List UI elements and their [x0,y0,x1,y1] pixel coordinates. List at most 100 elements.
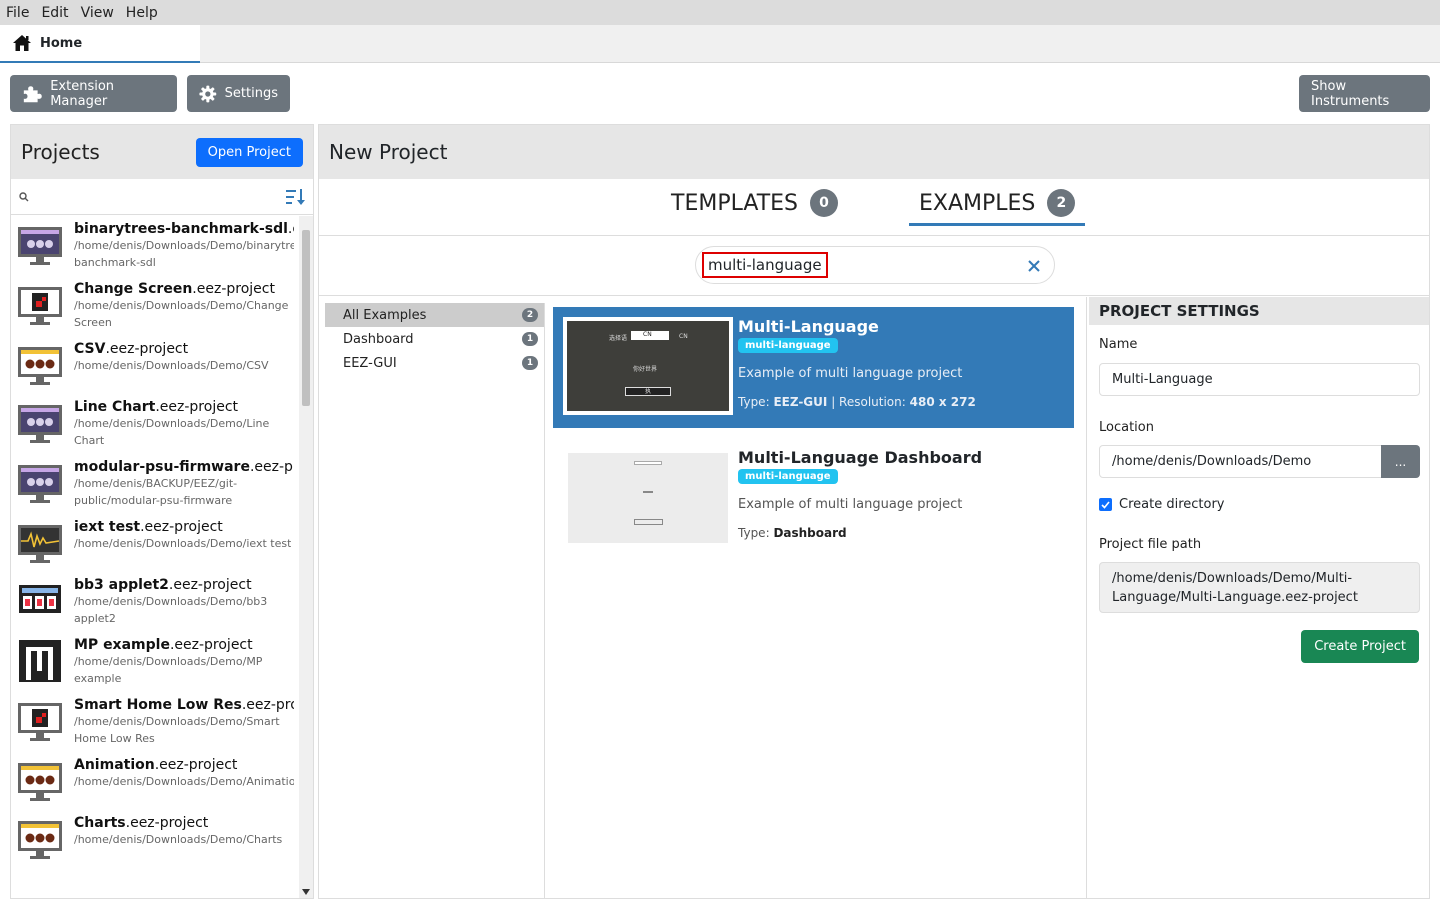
project-name: iext test.eez-project [74,519,291,535]
create-directory-checkbox[interactable]: Create directory [1099,497,1225,512]
menu-help[interactable]: Help [126,5,158,21]
project-settings: PROJECT SETTINGS Name Multi-Language Loc… [1089,297,1429,898]
scroll-down-icon[interactable] [302,889,310,895]
search-icon [19,191,29,201]
project-item[interactable]: Line Chart.eez-project /home/denis/Downl… [11,394,299,454]
project-name-ext: .eez-project [154,757,238,773]
category-label: EEZ-GUI [343,355,397,371]
location-label: Location [1099,420,1154,435]
sort-icon[interactable] [285,188,305,206]
browse-location-button[interactable]: ... [1381,445,1420,478]
show-instruments-button[interactable]: Show Instruments [1299,75,1430,112]
example-tag: multi-language [738,338,838,353]
open-project-button[interactable]: Open Project [195,137,303,167]
toolbar: Extension Manager Settings Show Instrume… [0,63,1440,124]
projects-panel: Projects Open Project binarytrees-banchm… [10,124,314,899]
project-name-ext: .eez-project [169,637,253,653]
thumb-text: 选择语 [609,335,628,342]
templates-count-badge: 0 [810,189,838,217]
example-type: Type: EEZ-GUI | Resolution: 480 x 272 [738,395,976,409]
location-field[interactable]: /home/denis/Downloads/Demo [1099,445,1382,478]
type-value: Dashboard [773,526,847,540]
clear-search-icon[interactable] [1028,260,1040,272]
category-eez-gui[interactable]: EEZ-GUI 1 [325,351,544,375]
tab-examples[interactable]: EXAMPLES 2 [909,189,1086,226]
project-item[interactable]: Animation.eez-project /home/denis/Downlo… [11,752,299,810]
project-item[interactable]: binarytrees-banchmark-sdl.eez-project /h… [11,216,299,276]
project-item[interactable]: iext test.eez-project /home/denis/Downlo… [11,514,299,572]
project-item[interactable]: modular-psu-firmware.eez-project /home/d… [11,454,299,514]
projects-scrollbar[interactable] [299,216,313,898]
name-label: Name [1099,337,1138,352]
project-text: Animation.eez-project /home/denis/Downlo… [74,757,294,805]
puzzle-icon [23,85,42,102]
tab-bar: Home [0,25,1440,63]
project-text: Change Screen.eez-project /home/denis/Do… [74,281,294,331]
examples-search-input[interactable]: multi-language [695,246,1055,284]
name-field[interactable]: Multi-Language [1099,363,1420,396]
project-item[interactable]: Charts.eez-project /home/denis/Downloads… [11,810,299,868]
example-multi-language-dashboard[interactable]: Multi-Language Dashboard multi-language … [553,438,1074,559]
project-item[interactable]: Change Screen.eez-project /home/denis/Do… [11,276,299,336]
project-path: /home/denis/Downloads/Demo/binarytrees-b… [74,239,294,269]
create-project-button[interactable]: Create Project [1301,630,1419,663]
category-dashboard[interactable]: Dashboard 1 [325,327,544,351]
project-name-ext: .eez-project [249,459,294,475]
project-name: modular-psu-firmware.eez-project [74,459,294,475]
category-all-examples[interactable]: All Examples 2 [325,303,544,327]
examples-count-badge: 2 [1047,189,1076,217]
category-label: Dashboard [343,331,414,347]
tab-home[interactable]: Home [0,25,200,63]
scrollbar-thumb[interactable] [302,230,310,406]
project-name-base: Change Screen [74,281,193,297]
example-description: Example of multi language project [738,366,963,381]
example-thumbnail: 选择语 CN CN 你好世界 执 [563,317,733,415]
type-label: Type: [738,526,770,540]
project-name-ext: .eez-project [192,281,275,297]
example-thumbnail [568,453,728,543]
checkbox-checked-icon[interactable] [1099,498,1112,511]
project-name-ext: .eez-project [140,519,223,535]
projects-title: Projects [21,140,100,164]
project-path: /home/denis/Downloads/Demo/Change Screen [74,299,289,329]
project-name-base: bb3 applet2 [74,577,169,593]
new-project-tabs: TEMPLATES 0 EXAMPLES 2 [319,179,1429,236]
project-name-base: modular-psu-firmware [74,459,250,475]
main-area: Projects Open Project binarytrees-banchm… [10,124,1430,899]
project-item[interactable]: bb3 applet2.eez-project /home/denis/Down… [11,572,299,632]
project-name-base: binarytrees-banchmark-sdl [74,221,288,237]
project-item[interactable]: CSV.eez-project /home/denis/Downloads/De… [11,336,299,394]
project-name-base: Animation [74,757,155,773]
project-item[interactable]: MP example.eez-project /home/denis/Downl… [11,632,299,692]
tab-examples-label: EXAMPLES [919,190,1036,216]
project-name-ext: .eez-project [155,399,239,415]
category-count: 2 [522,308,538,322]
example-multi-language[interactable]: 选择语 CN CN 你好世界 执 Multi-Language multi-la… [553,307,1074,428]
project-name-base: CSV [74,341,106,357]
project-text: CSV.eez-project /home/denis/Downloads/De… [74,341,269,389]
project-path: /home/denis/Downloads/Demo/MP example [74,655,263,685]
project-name-base: Charts [74,815,126,831]
project-name: bb3 applet2.eez-project [74,577,294,593]
projects-search[interactable] [11,179,313,215]
search-value[interactable]: multi-language [702,252,828,278]
project-name: MP example.eez-project [74,637,294,653]
project-path: /home/denis/Downloads/Demo/iext test [74,537,292,550]
home-icon [13,35,31,51]
resolution-label: | Resolution: [827,395,906,409]
dashboard-purple-icon [16,399,64,447]
category-count: 1 [522,356,538,370]
new-project-title: New Project [329,140,448,164]
project-name: Charts.eez-project [74,815,282,831]
extension-manager-button[interactable]: Extension Manager [10,75,177,112]
project-settings-title: PROJECT SETTINGS [1089,297,1429,325]
tab-templates[interactable]: TEMPLATES 0 [661,189,848,223]
menu-edit[interactable]: Edit [41,5,68,21]
menu-file[interactable]: File [6,5,29,21]
new-project-header: New Project [319,125,1429,179]
resolution-value: 480 x 272 [909,395,976,409]
dashboard-purple-icon [16,459,64,507]
project-item[interactable]: Smart Home Low Res.eez-project /home/den… [11,692,299,752]
menu-view[interactable]: View [81,5,114,21]
settings-button[interactable]: Settings [187,75,290,112]
